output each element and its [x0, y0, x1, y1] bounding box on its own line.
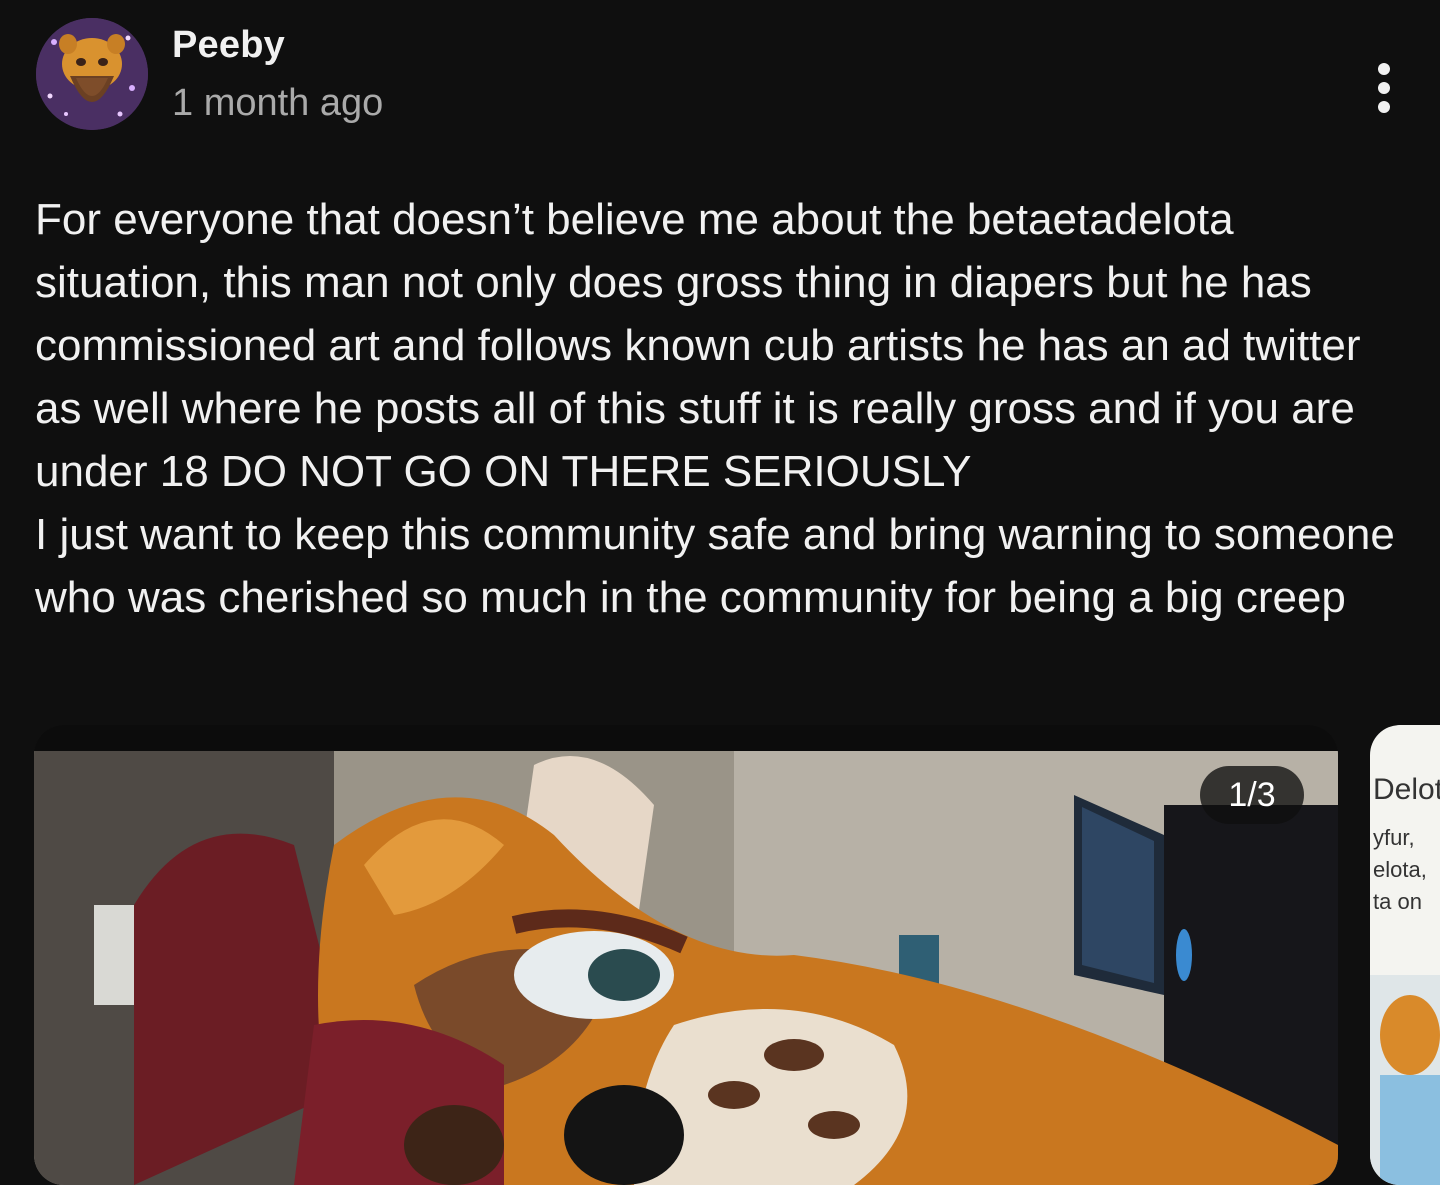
next-image-card[interactable]: Delot yfur, elota, ta on [1370, 725, 1440, 1185]
next-card-thumbnail [1370, 975, 1440, 1185]
menu-dot [1378, 82, 1390, 94]
next-card-line: elota, [1373, 857, 1427, 882]
next-card-line: ta on [1373, 889, 1422, 914]
author-avatar[interactable] [36, 18, 148, 130]
post-timestamp: 1 month ago [172, 82, 384, 124]
post-body-text: For everyone that doesn’t believe me abo… [35, 195, 1395, 622]
image-counter-badge: 1/3 [1200, 766, 1304, 824]
menu-dot [1378, 63, 1390, 75]
post-header: Peeby 1 month ago [0, 0, 1440, 150]
next-card-title: Delot [1373, 773, 1440, 806]
fursuit-photo [34, 725, 1338, 1185]
more-vertical-icon[interactable] [1356, 56, 1412, 120]
author-name[interactable]: Peeby [172, 24, 285, 67]
avatar-image [36, 18, 148, 130]
menu-dot [1378, 101, 1390, 113]
post-image-card[interactable] [34, 725, 1338, 1185]
next-card-line: yfur, [1373, 825, 1415, 850]
